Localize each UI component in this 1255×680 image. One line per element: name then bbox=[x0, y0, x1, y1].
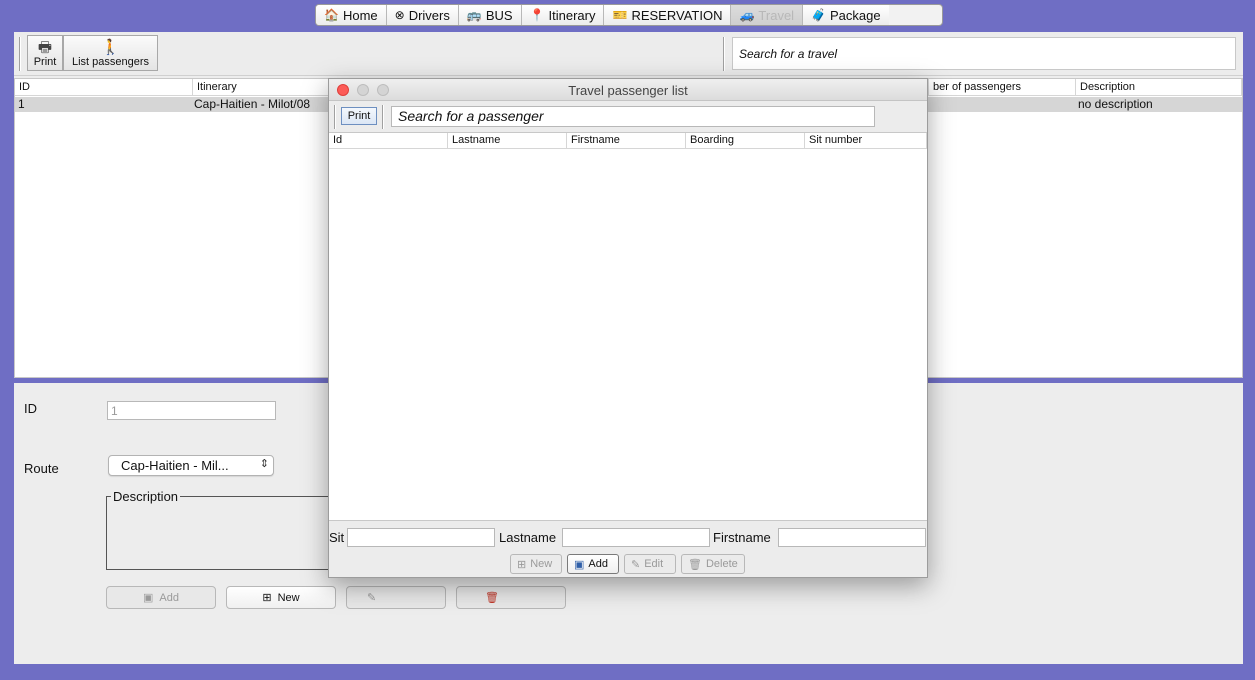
car-icon: 🚙 bbox=[739, 8, 755, 22]
column-header[interactable]: Id bbox=[329, 133, 448, 149]
firstname-field[interactable] bbox=[778, 528, 926, 547]
passenger-table[interactable]: Id Lastname Firstname Boarding Sit numbe… bbox=[329, 132, 927, 521]
ticket-icon: 🎫 bbox=[612, 8, 628, 22]
walking-person-icon: 🚶 bbox=[101, 39, 120, 56]
dialog-new-label: New bbox=[530, 558, 553, 570]
route-value: Cap-Haitien - Mil... bbox=[121, 458, 229, 473]
column-header[interactable]: Sit number bbox=[805, 133, 927, 149]
pencil-icon: ✎ bbox=[367, 592, 377, 604]
dialog-edit-label: Edit bbox=[644, 558, 664, 570]
dialog-add-label: Add bbox=[588, 558, 608, 570]
chevron-updown-icon: ⇕ bbox=[259, 458, 269, 470]
passenger-list-dialog: Travel passenger list Print Search for a… bbox=[328, 78, 928, 578]
tab-label: BUS bbox=[485, 7, 513, 23]
search-passenger-input[interactable]: Search for a passenger bbox=[391, 106, 875, 127]
dialog-delete-label: Delete bbox=[705, 558, 738, 570]
dialog-new-button[interactable]: ⊞ New bbox=[510, 554, 562, 574]
trash-icon: 🗑 bbox=[485, 592, 499, 604]
firstname-label: Firstname bbox=[713, 530, 771, 545]
column-header[interactable]: Firstname bbox=[567, 133, 686, 149]
trash-icon: 🗑 bbox=[688, 558, 702, 571]
dialog-print-button[interactable]: Print bbox=[341, 107, 377, 125]
add-label: Add bbox=[159, 591, 179, 604]
route-select[interactable]: Cap-Haitien - Mil... ⇕ bbox=[108, 455, 274, 476]
tab-bus[interactable]: 🚌 BUS bbox=[458, 5, 522, 25]
cell-itinerary: Cap-Haitien - Milot/08 bbox=[194, 97, 311, 111]
dialog-title: Travel passenger list bbox=[568, 83, 688, 98]
tab-label: Travel bbox=[758, 7, 795, 23]
plus-icon: ⊞ bbox=[262, 592, 272, 604]
cell-description: no description bbox=[1078, 97, 1153, 111]
description-box[interactable] bbox=[106, 496, 336, 570]
route-label: Route bbox=[24, 461, 59, 476]
description-label: Description bbox=[111, 489, 181, 504]
tab-label: Drivers bbox=[408, 7, 450, 23]
dialog-add-button[interactable]: ▣ Add bbox=[567, 554, 619, 574]
toolbar-grip[interactable] bbox=[382, 105, 384, 129]
tab-label: RESERVATION bbox=[631, 7, 723, 23]
column-header[interactable]: Itinerary bbox=[193, 79, 333, 96]
tab-itinerary[interactable]: 📍 Itinerary bbox=[521, 5, 605, 25]
id-label: ID bbox=[24, 401, 37, 416]
list-passengers-button[interactable]: 🚶 List passengers bbox=[63, 35, 158, 71]
edit-button[interactable]: ✎ bbox=[346, 586, 446, 609]
luggage-icon: 🧳 bbox=[811, 8, 827, 22]
toolbar-grip[interactable] bbox=[19, 37, 21, 71]
add-button[interactable]: ▣ Add bbox=[106, 586, 216, 609]
column-header[interactable]: ber of passengers bbox=[928, 79, 1076, 96]
lastname-label: Lastname bbox=[499, 530, 557, 545]
cell-id: 1 bbox=[18, 97, 25, 111]
printer-icon: 🖶 bbox=[37, 39, 53, 56]
home-icon: 🏠 bbox=[324, 8, 339, 22]
dialog-delete-button[interactable]: 🗑 Delete bbox=[681, 554, 745, 574]
toolbar-grip[interactable] bbox=[723, 37, 725, 71]
print-button[interactable]: 🖶 Print bbox=[27, 35, 63, 71]
column-header[interactable]: Boarding bbox=[686, 133, 805, 149]
steering-wheel-icon: ⊗ bbox=[394, 8, 405, 22]
tab-drivers[interactable]: ⊗ Drivers bbox=[386, 5, 459, 25]
tab-travel[interactable]: 🚙 Travel bbox=[731, 5, 804, 25]
save-icon: ▣ bbox=[574, 558, 585, 571]
delete-button[interactable]: 🗑 bbox=[456, 586, 566, 609]
toolbar-grip[interactable] bbox=[334, 105, 336, 129]
list-passengers-label: List passengers bbox=[71, 56, 150, 68]
search-passenger-placeholder: Search for a passenger bbox=[398, 108, 544, 124]
dialog-edit-button[interactable]: ✎ Edit bbox=[624, 554, 676, 574]
map-pin-icon: 📍 bbox=[529, 8, 545, 22]
main-tab-bar: 🏠 Home ⊗ Drivers 🚌 BUS 📍 Itinerary 🎫 RESERVAT… bbox=[315, 4, 943, 26]
tab-label: Itinerary bbox=[548, 7, 596, 23]
new-label: New bbox=[277, 591, 300, 604]
save-icon: ▣ bbox=[143, 592, 154, 604]
id-field[interactable]: 1 bbox=[107, 401, 276, 420]
new-button[interactable]: ⊞ New bbox=[226, 586, 336, 609]
plus-icon: ⊞ bbox=[517, 558, 527, 571]
sit-field[interactable] bbox=[347, 528, 495, 547]
pencil-icon: ✎ bbox=[631, 558, 641, 571]
bus-icon: 🚌 bbox=[466, 8, 482, 22]
tab-reservation[interactable]: 🎫 RESERVATION bbox=[604, 5, 732, 25]
column-header[interactable]: ID bbox=[15, 79, 193, 96]
tab-label: Package bbox=[830, 7, 881, 23]
dialog-title-bar[interactable]: Travel passenger list bbox=[329, 79, 927, 101]
print-label: Print bbox=[33, 56, 57, 68]
tab-package[interactable]: 🧳 Package bbox=[803, 5, 889, 25]
search-travel-placeholder: Search for a travel bbox=[739, 47, 838, 61]
sit-label: Sit bbox=[329, 530, 345, 545]
search-travel-input[interactable]: Search for a travel bbox=[732, 37, 1236, 70]
lastname-field[interactable] bbox=[562, 528, 710, 547]
column-header[interactable]: Lastname bbox=[448, 133, 567, 149]
column-header[interactable]: Description bbox=[1076, 79, 1242, 96]
tab-home[interactable]: 🏠 Home bbox=[316, 5, 387, 25]
tab-label: Home bbox=[342, 7, 378, 23]
